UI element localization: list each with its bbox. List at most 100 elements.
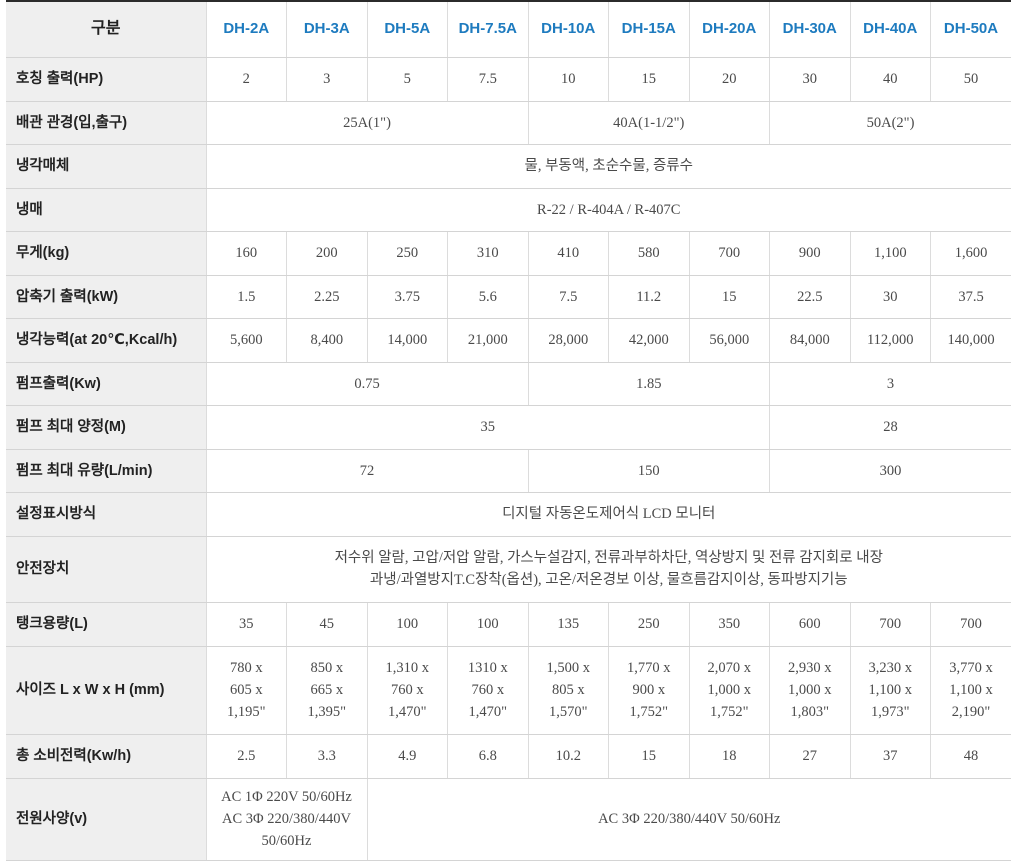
row-size: 사이즈 L x W x H (mm) 780 x605 x1,195" 850 … [6, 646, 1011, 734]
table-cell: 350 [689, 602, 770, 646]
supply-line: 50/60Hz [207, 830, 367, 852]
row-label: 사이즈 L x W x H (mm) [6, 646, 206, 734]
size-width: 760 x [368, 679, 448, 701]
table-cell: AC 3Φ 220/380/440V 50/60Hz [367, 778, 1011, 860]
table-cell: 디지털 자동온도제어식 LCD 모니터 [206, 492, 1011, 536]
model-header: DH-15A [609, 1, 690, 57]
table-cell: 300 [770, 449, 1011, 492]
table-cell: 1.85 [528, 362, 770, 405]
table-cell: 3 [770, 362, 1011, 405]
table-cell: 1,100 [850, 231, 931, 275]
row-label: 배관 관경(입,출구) [6, 101, 206, 144]
size-width: 1,100 x [851, 679, 931, 701]
size-width: 1,000 x [690, 679, 770, 701]
row-label: 펌프 최대 양정(M) [6, 405, 206, 449]
table-cell: 250 [367, 231, 448, 275]
row-display: 설정표시방식 디지털 자동온도제어식 LCD 모니터 [6, 492, 1011, 536]
table-cell: 5 [367, 57, 448, 101]
row-label: 설정표시방식 [6, 492, 206, 536]
size-height: 1,395" [287, 701, 367, 723]
row-cooling: 냉각능력(at 20℃,Kcal/h) 5,600 8,400 14,000 2… [6, 318, 1011, 362]
model-header: DH-2A [206, 1, 287, 57]
table-cell: 2.5 [206, 734, 287, 778]
table-cell: 10.2 [528, 734, 609, 778]
table-cell: 25A(1") [206, 101, 528, 144]
table-cell: 160 [206, 231, 287, 275]
row-label: 전원사양(v) [6, 778, 206, 860]
table-cell: 3.3 [287, 734, 368, 778]
size-length: 1,310 x [368, 657, 448, 679]
table-cell: 700 [931, 602, 1011, 646]
supply-line: AC 3Φ 220/380/440V [207, 808, 367, 830]
table-cell: 72 [206, 449, 528, 492]
table-cell: 5.6 [448, 275, 529, 318]
table-cell: 84,000 [770, 318, 851, 362]
model-header: DH-7.5A [448, 1, 529, 57]
table-cell: 18 [689, 734, 770, 778]
table-cell: 5,600 [206, 318, 287, 362]
table-cell: 150 [528, 449, 770, 492]
row-label: 무게(kg) [6, 231, 206, 275]
table-cell: 780 x605 x1,195" [206, 646, 287, 734]
table-cell: 27 [770, 734, 851, 778]
table-cell: 35 [206, 602, 287, 646]
size-length: 3,770 x [931, 657, 1011, 679]
table-cell: 1,310 x760 x1,470" [367, 646, 448, 734]
table-cell: 8,400 [287, 318, 368, 362]
table-cell: 37.5 [931, 275, 1011, 318]
size-length: 780 x [207, 657, 287, 679]
table-cell: 900 [770, 231, 851, 275]
model-header: DH-3A [287, 1, 368, 57]
model-header: DH-10A [528, 1, 609, 57]
row-label: 냉각능력(at 20℃,Kcal/h) [6, 318, 206, 362]
size-width: 760 x [448, 679, 528, 701]
row-supply: 전원사양(v) AC 1Φ 220V 50/60Hz AC 3Φ 220/380… [6, 778, 1011, 860]
size-height: 1,470" [368, 701, 448, 723]
table-cell: 700 [850, 602, 931, 646]
table-cell: 40 [850, 57, 931, 101]
spec-table: 구분 DH-2A DH-3A DH-5A DH-7.5A DH-10A DH-1… [6, 0, 1011, 861]
model-header: DH-40A [850, 1, 931, 57]
table-cell: 28,000 [528, 318, 609, 362]
row-label: 총 소비전력(Kw/h) [6, 734, 206, 778]
row-coolant: 냉각매체 물, 부동액, 초순수물, 증류수 [6, 144, 1011, 188]
table-cell: 21,000 [448, 318, 529, 362]
table-cell: 140,000 [931, 318, 1011, 362]
row-pump-flow: 펌프 최대 유량(L/min) 72 150 300 [6, 449, 1011, 492]
row-compressor: 압축기 출력(kW) 1.5 2.25 3.75 5.6 7.5 11.2 15… [6, 275, 1011, 318]
table-cell: 50 [931, 57, 1011, 101]
table-cell: 250 [609, 602, 690, 646]
table-cell: 15 [609, 734, 690, 778]
size-width: 665 x [287, 679, 367, 701]
row-pump-head: 펌프 최대 양정(M) 35 28 [6, 405, 1011, 449]
size-height: 1,195" [207, 701, 287, 723]
table-cell: R-22 / R-404A / R-407C [206, 188, 1011, 231]
table-cell: 1310 x760 x1,470" [448, 646, 529, 734]
row-label: 탱크용량(L) [6, 602, 206, 646]
row-label: 냉각매체 [6, 144, 206, 188]
table-cell: 1,770 x900 x1,752" [609, 646, 690, 734]
table-cell: 100 [367, 602, 448, 646]
row-label: 압축기 출력(kW) [6, 275, 206, 318]
table-cell: 35 [206, 405, 770, 449]
supply-line: AC 1Φ 220V 50/60Hz [207, 786, 367, 808]
size-height: 1,973" [851, 701, 931, 723]
table-cell: 20 [689, 57, 770, 101]
table-cell: 45 [287, 602, 368, 646]
row-weight: 무게(kg) 160 200 250 310 410 580 700 900 1… [6, 231, 1011, 275]
table-cell: 28 [770, 405, 1011, 449]
table-cell: 2,070 x1,000 x1,752" [689, 646, 770, 734]
table-cell: 저수위 알람, 고압/저압 알람, 가스누설감지, 전류과부하차단, 역상방지 … [206, 536, 1011, 602]
model-header: DH-30A [770, 1, 851, 57]
row-safety: 안전장치 저수위 알람, 고압/저압 알람, 가스누설감지, 전류과부하차단, … [6, 536, 1011, 602]
model-header: DH-20A [689, 1, 770, 57]
row-tank: 탱크용량(L) 35 45 100 100 135 250 350 600 70… [6, 602, 1011, 646]
row-label: 안전장치 [6, 536, 206, 602]
table-cell: 1.5 [206, 275, 287, 318]
size-height: 1,752" [609, 701, 689, 723]
size-width: 605 x [207, 679, 287, 701]
size-length: 3,230 x [851, 657, 931, 679]
table-cell: 15 [689, 275, 770, 318]
table-cell: 2,930 x1,000 x1,803" [770, 646, 851, 734]
row-pipe: 배관 관경(입,출구) 25A(1") 40A(1-1/2") 50A(2") [6, 101, 1011, 144]
